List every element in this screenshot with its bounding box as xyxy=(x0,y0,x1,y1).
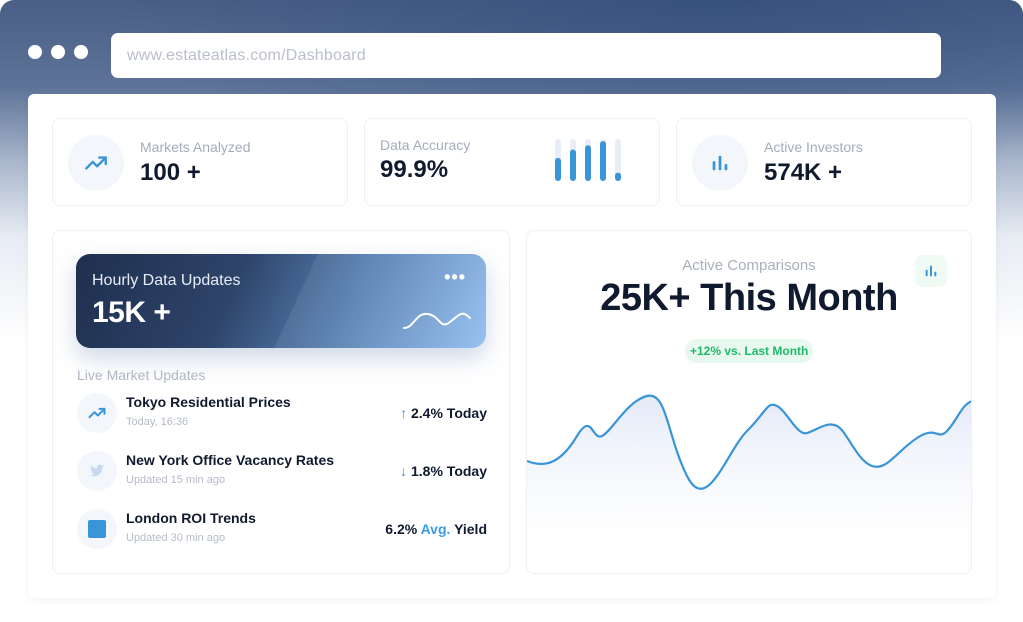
growth-badge: +12% vs. Last Month xyxy=(685,339,814,363)
window-controls xyxy=(28,45,88,59)
list-item[interactable]: London ROI Trends Updated 30 min ago 6.2… xyxy=(77,507,487,551)
item-value-accent: Avg. xyxy=(420,521,451,537)
item-value-text: 6.2% xyxy=(385,521,418,537)
trend-up-icon xyxy=(68,135,124,191)
mini-bar xyxy=(600,141,606,181)
stat-value: 99.9% xyxy=(380,156,449,183)
dashboard: Markets Analyzed 100 + Data Accuracy 99.… xyxy=(28,94,996,598)
item-timestamp: Today, 16:36 xyxy=(126,416,189,428)
stat-label: Data Accuracy xyxy=(380,137,471,153)
stat-card-accuracy: Data Accuracy 99.9% xyxy=(364,118,660,206)
item-timestamp: Updated 30 min ago xyxy=(126,532,226,544)
list-item[interactable]: New York Office Vacancy Rates Updated 15… xyxy=(77,449,487,493)
comparisons-label: Active Comparisons xyxy=(682,257,816,274)
more-options-icon[interactable]: ••• xyxy=(444,268,466,286)
trend-up-icon xyxy=(77,393,117,433)
square-icon xyxy=(77,509,117,549)
item-value-text: 1.8% Today xyxy=(411,463,487,479)
accuracy-mini-bars xyxy=(555,139,621,181)
item-value-suffix: Yield xyxy=(454,521,487,537)
comparisons-value: 25K+ This Month xyxy=(600,277,898,319)
stat-card-markets: Markets Analyzed 100 + xyxy=(52,118,348,206)
item-timestamp: Updated 15 min ago xyxy=(126,474,226,486)
updates-panel: Hourly Data Updates 15K + ••• Live Marke… xyxy=(52,230,510,574)
bar-chart-icon xyxy=(692,135,748,191)
item-name: New York Office Vacancy Rates xyxy=(126,452,335,468)
comparisons-panel: Active Comparisons 25K+ This Month +12% … xyxy=(526,230,972,574)
stat-value: 100 + xyxy=(140,159,201,186)
item-value: 6.2% Avg. Yield xyxy=(385,521,487,537)
item-name: Tokyo Residential Prices xyxy=(126,394,291,410)
item-value: ↑ 2.4% Today xyxy=(400,405,487,421)
arrow-down-icon: ↓ xyxy=(400,463,408,479)
mini-bar xyxy=(615,172,621,181)
window-dot-close[interactable] xyxy=(28,45,42,59)
stat-label: Active Investors xyxy=(764,139,863,155)
item-value-text: 2.4% Today xyxy=(411,405,487,421)
stat-label: Markets Analyzed xyxy=(140,139,251,155)
hero-label: Hourly Data Updates xyxy=(92,272,241,289)
bird-icon xyxy=(77,451,117,491)
arrow-up-icon: ↑ xyxy=(400,405,408,421)
window-dot-maximize[interactable] xyxy=(74,45,88,59)
address-bar[interactable]: www.estateatlas.com/Dashboard xyxy=(111,33,941,78)
list-item[interactable]: Tokyo Residential Prices Today, 16:36 ↑ … xyxy=(77,391,487,435)
item-value: ↓ 1.8% Today xyxy=(400,463,487,479)
wave-icon xyxy=(403,312,471,329)
stat-value: 574K + xyxy=(764,159,843,186)
bar-chart-icon[interactable] xyxy=(915,255,947,287)
comparisons-trend-chart xyxy=(527,394,971,573)
hero-value: 15K + xyxy=(92,296,171,329)
stat-card-investors: Active Investors 574K + xyxy=(676,118,972,206)
trend-area xyxy=(527,395,971,573)
hourly-updates-card[interactable]: Hourly Data Updates 15K + ••• xyxy=(76,254,486,348)
mini-bar xyxy=(555,157,561,181)
mini-bar xyxy=(570,149,576,181)
window-dot-minimize[interactable] xyxy=(51,45,65,59)
list-title: Live Market Updates xyxy=(77,367,206,383)
mini-bar xyxy=(585,145,591,181)
item-name: London ROI Trends xyxy=(126,510,256,526)
browser-window: www.estateatlas.com/Dashboard Markets An… xyxy=(0,0,1023,622)
